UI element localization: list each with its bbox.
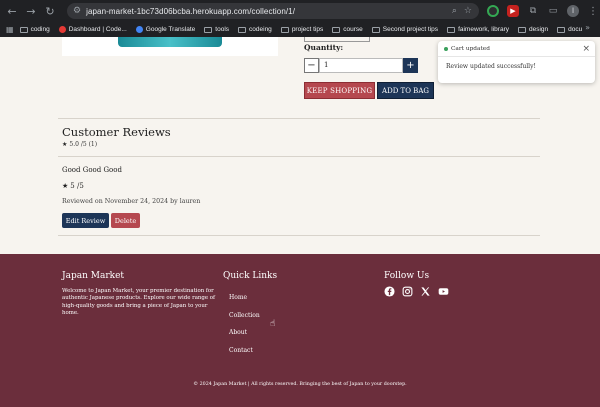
- star-icon: ★: [62, 141, 68, 148]
- bookmark-label: course: [343, 26, 363, 33]
- divider: [58, 118, 540, 119]
- bookmark-item[interactable]: Dashboard | Code...: [58, 26, 127, 33]
- toast-message: Review updated successfully!: [446, 63, 536, 70]
- kebab-menu-icon[interactable]: ⋮: [587, 5, 599, 17]
- sidepanel-icon[interactable]: ▭: [547, 5, 559, 17]
- back-icon[interactable]: ←: [5, 4, 19, 18]
- instagram-icon[interactable]: [402, 286, 413, 297]
- footer-link-collection[interactable]: Collection: [229, 312, 260, 319]
- bookmark-star-icon[interactable]: ☆: [464, 6, 472, 16]
- extension-icon[interactable]: [487, 5, 499, 17]
- close-icon[interactable]: ×: [582, 44, 590, 54]
- bookmark-item[interactable]: design: [518, 26, 548, 33]
- review-rating: ★ 5 /5: [62, 182, 84, 190]
- bookmark-item[interactable]: faimework, library: [447, 26, 509, 33]
- quantity-label: Quantity:: [304, 43, 344, 52]
- footer-link-contact[interactable]: Contact: [229, 347, 253, 354]
- product-photo: [118, 37, 222, 47]
- bookmark-label: Google Translate: [145, 26, 196, 33]
- youtube-icon[interactable]: [438, 286, 449, 297]
- keep-shopping-button[interactable]: KEEP SHOPPING: [304, 82, 375, 99]
- bookmark-item[interactable]: Google Translate: [135, 26, 196, 33]
- footer-link-about[interactable]: About: [229, 329, 247, 336]
- bookmarks-more-icon[interactable]: »: [585, 23, 590, 32]
- folder-icon: [280, 26, 289, 33]
- zoom-icon[interactable]: ⌕: [452, 6, 457, 16]
- x-icon[interactable]: [420, 286, 431, 297]
- product-image: [62, 37, 278, 56]
- profile-avatar[interactable]: l: [567, 5, 579, 17]
- bookmark-item[interactable]: project tips: [280, 26, 324, 33]
- browser-toolbar: ← → ↻ ⚙ japan-market-1bc73d06bcba.heroku…: [0, 0, 600, 22]
- follow-heading: Follow Us: [384, 271, 430, 281]
- divider: [58, 235, 540, 236]
- apps-grid-icon[interactable]: ▦: [6, 25, 14, 34]
- review-title: Good Good Good: [62, 166, 122, 174]
- star-icon: ★: [62, 182, 69, 190]
- bookmark-item[interactable]: codeing: [238, 26, 272, 33]
- bookmark-label: tools: [215, 26, 230, 33]
- bookmark-label: design: [529, 26, 549, 33]
- bookmark-label: Second project tips: [382, 26, 439, 33]
- rating-summary: ★ 5.0 /5 (1): [62, 141, 97, 148]
- favicon-icon: [58, 26, 66, 33]
- mouse-cursor-icon: ☝: [270, 319, 276, 329]
- toast-title: Cart updated: [451, 46, 490, 52]
- folder-icon: [19, 26, 28, 33]
- extension-icon[interactable]: ▶: [507, 5, 519, 17]
- footer-brand: Japan Market: [62, 271, 125, 281]
- url-text[interactable]: japan-market-1bc73d06bcba.herokuapp.com/…: [86, 7, 452, 16]
- reload-icon[interactable]: ↻: [43, 4, 57, 18]
- bookmarks-bar: ▦ coding Dashboard | Code... Google Transl…: [0, 22, 600, 37]
- folder-icon: [371, 26, 380, 33]
- facebook-icon[interactable]: [384, 286, 395, 297]
- bookmark-label: coding: [30, 26, 50, 33]
- address-bar[interactable]: ⚙ japan-market-1bc73d06bcba.herokuapp.co…: [67, 3, 479, 19]
- forward-icon[interactable]: →: [24, 4, 38, 18]
- bookmark-label: Dashboard | Code...: [68, 26, 127, 33]
- bookmark-label: docu: [568, 26, 583, 33]
- footer-about: Welcome to Japan Market, your premier de…: [62, 288, 215, 316]
- favicon-icon: [135, 26, 143, 33]
- add-to-bag-button[interactable]: ADD TO BAG: [377, 82, 434, 99]
- folder-icon: [238, 26, 247, 33]
- divider: [58, 156, 540, 157]
- folder-icon: [447, 26, 456, 33]
- quantity-input[interactable]: 1: [319, 58, 403, 73]
- bookmark-label: codeing: [249, 26, 272, 33]
- toast-notification: Cart updated × Review updated successful…: [438, 41, 595, 83]
- bookmark-item[interactable]: course: [332, 26, 363, 33]
- copyright-text: © 2024 Japan Market | All rights reserve…: [193, 382, 407, 387]
- folder-icon: [557, 26, 566, 33]
- delete-review-button[interactable]: Delete: [111, 213, 140, 228]
- review-meta: Reviewed on November 24, 2024 by lauren: [62, 198, 201, 205]
- quick-links-heading: Quick Links: [223, 271, 278, 281]
- bookmark-label: faimework, library: [458, 26, 509, 33]
- bookmark-item[interactable]: Second project tips: [371, 26, 439, 33]
- folder-icon: [332, 26, 341, 33]
- rating-summary-text: 5.0 /5 (1): [69, 141, 98, 148]
- divider: [438, 56, 595, 57]
- increment-button[interactable]: +: [403, 58, 418, 73]
- bookmark-item[interactable]: docu: [557, 26, 582, 33]
- bookmark-label: project tips: [291, 26, 324, 33]
- footer-link-home[interactable]: Home: [229, 294, 247, 301]
- reviews-heading: Customer Reviews: [62, 125, 171, 139]
- bookmark-item[interactable]: coding: [19, 26, 50, 33]
- edit-review-button[interactable]: Edit Review: [62, 213, 109, 228]
- decrement-button[interactable]: −: [304, 58, 319, 73]
- toast-header: Cart updated: [444, 46, 490, 52]
- extensions-puzzle-icon[interactable]: ⧉: [527, 5, 539, 17]
- folder-icon: [204, 26, 213, 33]
- bookmark-item[interactable]: tools: [204, 26, 229, 33]
- status-dot-icon: [444, 47, 448, 51]
- folder-icon: [518, 26, 526, 33]
- site-footer: Japan Market Welcome to Japan Market, yo…: [0, 254, 600, 407]
- review-rating-text: 5 /5: [70, 182, 84, 190]
- site-info-icon[interactable]: ⚙: [73, 6, 81, 16]
- size-selector[interactable]: [304, 37, 370, 42]
